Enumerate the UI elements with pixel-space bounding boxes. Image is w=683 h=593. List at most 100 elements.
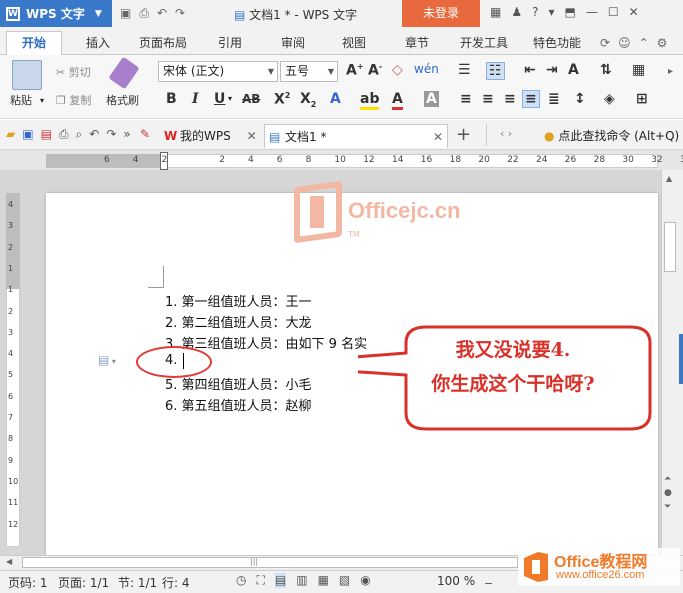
tab-view[interactable]: 视图 xyxy=(334,32,374,54)
tab-references[interactable]: 引用 xyxy=(210,32,250,54)
list-item[interactable]: 1. 第一组值班人员：王一 xyxy=(165,291,312,310)
open-folder-icon[interactable]: ▰ xyxy=(6,127,15,142)
align-left-icon[interactable]: ≡ xyxy=(460,91,472,107)
bullets-icon[interactable]: ☰ xyxy=(458,62,471,78)
justify-icon[interactable]: ≡ xyxy=(522,90,540,108)
font-name-select[interactable]: 宋体 (正文) ▼ xyxy=(158,61,278,82)
chevron-up-icon[interactable]: ⌃ xyxy=(639,36,649,50)
underline-icon[interactable]: U xyxy=(214,91,225,107)
phonetic-icon[interactable]: wén xyxy=(414,62,439,76)
shading-icon[interactable]: ◈ xyxy=(604,91,615,107)
login-button[interactable]: 未登录 xyxy=(402,0,480,27)
skin-icon[interactable]: ▦ xyxy=(490,5,501,19)
cut-button[interactable]: ✂ 剪切 xyxy=(56,64,91,80)
eye-protect-icon[interactable]: ◉ xyxy=(360,573,370,588)
user-icon[interactable]: ☺ xyxy=(618,36,631,50)
align-center-icon[interactable]: ≡ xyxy=(482,91,494,107)
superscript-icon[interactable]: X2 xyxy=(274,91,290,108)
table-icon[interactable]: ▦ xyxy=(632,62,645,78)
scroll-up-icon[interactable]: ▲ xyxy=(666,174,672,183)
ribbon-scroll-icon[interactable]: ▸ xyxy=(668,66,673,77)
preview-icon[interactable]: ⌕ xyxy=(76,127,83,142)
app-menu-button[interactable]: W WPS 文字 ▼ xyxy=(0,0,112,27)
status-row[interactable]: 行: 4 xyxy=(162,574,190,591)
text-direction-icon[interactable]: A xyxy=(568,62,579,78)
vertical-scroll-thumb[interactable] xyxy=(664,222,676,272)
save-icon[interactable]: ▣ xyxy=(120,6,131,21)
undo-icon[interactable]: ↶ xyxy=(89,127,99,142)
sort-icon[interactable]: ⇅ xyxy=(600,62,612,78)
highlight-icon[interactable]: ab xyxy=(360,91,380,110)
zoom-level[interactable]: 100 % xyxy=(437,574,475,588)
font-size-select[interactable]: 五号 ▼ xyxy=(280,61,338,82)
side-panel-tab[interactable] xyxy=(679,334,683,384)
subscript-icon[interactable]: X2 xyxy=(300,91,316,109)
read-view-icon[interactable]: ▧ xyxy=(339,573,350,588)
tab-special[interactable]: 特色功能 xyxy=(528,32,586,54)
redo-icon[interactable]: ↷ xyxy=(106,127,116,142)
dropdown-icon[interactable]: ▾ xyxy=(548,5,554,19)
restore-ribbon-icon[interactable]: ⬒ xyxy=(565,5,576,19)
bold-icon[interactable]: B xyxy=(166,91,177,107)
increase-indent-icon[interactable]: ⇥ xyxy=(546,62,558,78)
status-section[interactable]: 节: 1/1 xyxy=(118,574,157,591)
line-spacing-icon[interactable]: ↕ xyxy=(574,91,586,107)
more-icon[interactable]: » xyxy=(123,127,130,142)
new-tab-icon[interactable]: + xyxy=(456,124,471,145)
doc-tab-active[interactable]: ▤ 文档1 * ✕ xyxy=(264,124,448,148)
close-icon[interactable]: ✕ xyxy=(247,129,257,143)
font-color-icon[interactable]: A xyxy=(392,91,403,110)
arrow-right-icon[interactable]: › xyxy=(508,127,512,140)
paragraph-handle-icon[interactable]: ▤ ▾ xyxy=(98,353,116,367)
history-icon[interactable]: ◷ xyxy=(236,573,246,588)
tab-developer[interactable]: 开发工具 xyxy=(455,32,513,54)
distributed-icon[interactable]: ≣ xyxy=(548,91,560,107)
page-down-icon[interactable]: ⏷ xyxy=(664,502,672,512)
list-item[interactable]: 2. 第二组值班人员：大龙 xyxy=(165,312,312,331)
format-painter-button[interactable]: 格式刷 xyxy=(106,92,139,108)
shrink-font-icon[interactable]: A- xyxy=(368,62,382,79)
strikethrough-icon[interactable]: AB xyxy=(242,92,260,106)
page-up-icon[interactable]: ⏶ xyxy=(664,474,672,484)
arrow-left-icon[interactable]: ‹ xyxy=(500,127,504,140)
page-view-icon[interactable]: ▤ xyxy=(274,573,287,588)
underline-dropdown-icon[interactable]: ▾ xyxy=(228,94,232,103)
paste-dropdown-icon[interactable]: ▾ xyxy=(40,96,44,105)
export-pdf-icon[interactable]: ▤ xyxy=(41,127,52,142)
status-page[interactable]: 页码: 1 xyxy=(8,574,48,591)
tab-review[interactable]: 审阅 xyxy=(273,32,313,54)
command-search[interactable]: ● 点此查找命令 (Alt+Q) xyxy=(544,127,679,144)
close-icon[interactable]: ✕ xyxy=(629,5,639,19)
copy-button[interactable]: ❐ 复制 xyxy=(56,92,91,108)
align-right-icon[interactable]: ≡ xyxy=(504,91,516,107)
save-icon[interactable]: ▣ xyxy=(22,127,33,142)
select-browse-icon[interactable]: ● xyxy=(664,488,672,498)
paste-icon[interactable] xyxy=(12,60,42,90)
text-effect-icon[interactable]: A xyxy=(330,91,341,107)
pin-icon[interactable]: ✎ xyxy=(140,127,150,141)
maximize-icon[interactable]: ☐ xyxy=(608,5,619,19)
help-icon[interactable]: ? xyxy=(532,5,538,19)
settings-icon[interactable]: ⚙ xyxy=(657,36,668,50)
sync-icon[interactable]: ⟳ xyxy=(600,36,610,50)
close-icon[interactable]: ✕ xyxy=(433,125,443,149)
print-icon[interactable]: ⎙ xyxy=(59,127,69,142)
print-icon[interactable]: ⎙ xyxy=(139,6,149,21)
zoom-out-icon[interactable]: − xyxy=(484,577,493,590)
numbering-icon[interactable]: ☷ xyxy=(486,62,505,80)
horizontal-scroll-thumb[interactable] xyxy=(22,557,518,568)
char-shading-icon[interactable]: A xyxy=(424,91,439,107)
minimize-icon[interactable]: — xyxy=(586,5,598,19)
italic-icon[interactable]: I xyxy=(192,91,199,107)
status-pages[interactable]: 页面: 1/1 xyxy=(58,574,109,591)
tab-start[interactable]: 开始 xyxy=(6,31,62,56)
my-wps-tab[interactable]: W 我的WPS ✕ xyxy=(160,124,260,148)
tab-section[interactable]: 章节 xyxy=(397,32,437,54)
shirt-icon[interactable]: ♟ xyxy=(511,5,522,19)
tab-insert[interactable]: 插入 xyxy=(78,32,118,54)
tab-page-layout[interactable]: 页面布局 xyxy=(134,32,192,54)
redo-icon[interactable]: ↷ xyxy=(175,6,185,21)
decrease-indent-icon[interactable]: ⇤ xyxy=(524,62,536,78)
fullscreen-icon[interactable]: ⛶ xyxy=(256,573,264,588)
scroll-left-icon[interactable]: ◀ xyxy=(6,557,12,566)
